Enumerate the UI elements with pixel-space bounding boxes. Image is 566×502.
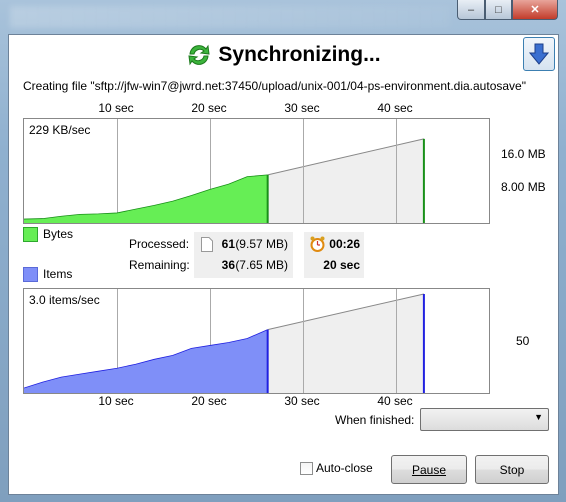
x-tick-label: 30 sec — [284, 101, 320, 115]
items-chart: 3.0 items/sec — [23, 288, 490, 394]
arrow-down-icon — [529, 43, 549, 65]
items-legend-swatch — [23, 267, 38, 282]
auto-close-label[interactable]: Auto-close — [316, 461, 373, 475]
remaining-count: 36 — [221, 258, 235, 272]
elapsed-time: 00:26 — [329, 237, 360, 251]
items-legend-label: Items — [43, 267, 73, 281]
minimize-to-background-button[interactable] — [523, 37, 555, 71]
when-finished-select[interactable]: ▼ — [420, 408, 549, 431]
bytes-chart: 229 KB/sec — [23, 118, 490, 224]
x-tick-label: 20 sec — [191, 101, 227, 115]
minimize-button[interactable]: – — [457, 0, 485, 20]
maximize-button[interactable]: □ — [485, 0, 512, 20]
bytes-legend-swatch — [23, 227, 38, 242]
sync-icon — [188, 44, 210, 66]
remaining-size: (7.65 MB) — [235, 258, 288, 272]
processed-label: Processed: — [129, 237, 190, 251]
items-stats: 61 (9.57 MB) 36 (7.65 MB) — [194, 232, 293, 278]
auto-close-checkbox[interactable] — [300, 462, 313, 475]
alarm-clock-icon — [310, 236, 325, 252]
x-tick-label: 10 sec — [98, 101, 134, 115]
projection-area — [267, 138, 424, 223]
remaining-label: Remaining: — [129, 258, 190, 272]
pause-button[interactable]: Pause — [391, 455, 467, 484]
items-rate: 3.0 items/sec — [29, 293, 100, 307]
processed-size: (9.57 MB) — [235, 237, 288, 251]
status-text: Creating file "sftp://jfw-win7@jwrd.net:… — [23, 79, 526, 93]
background-blur — [10, 6, 450, 28]
x-tick-label: 40 sec — [377, 101, 413, 115]
close-button[interactable]: ✕ — [512, 0, 558, 20]
pause-label: Pause — [411, 462, 447, 477]
stop-label: Stop — [499, 462, 525, 477]
when-finished-label: When finished: — [335, 413, 415, 427]
x-tick-label: 20 sec — [191, 394, 227, 408]
projection-area — [267, 293, 424, 393]
stop-button[interactable]: Stop — [475, 455, 549, 484]
chevron-down-icon: ▼ — [534, 412, 543, 422]
processed-count: 61 — [221, 237, 235, 251]
remaining-time: 20 sec — [323, 258, 360, 272]
time-stats: 00:26 20 sec — [304, 232, 364, 278]
dialog-header: Synchronizing... — [9, 42, 558, 68]
sync-dialog: Synchronizing... Creating file "sftp://j… — [8, 34, 559, 495]
bytes-legend-label: Bytes — [43, 227, 74, 241]
y-tick-label: 8.00 MB — [501, 180, 546, 194]
x-tick-label: 30 sec — [284, 394, 320, 408]
y-tick-label: 16.0 MB — [501, 147, 546, 161]
file-icon — [201, 237, 213, 252]
series-area — [24, 174, 268, 223]
y-tick-label: 50 — [516, 334, 530, 348]
page-title: Synchronizing... — [218, 43, 381, 66]
x-tick-label: 10 sec — [98, 394, 134, 408]
bytes-rate: 229 KB/sec — [29, 123, 91, 137]
x-tick-label: 40 sec — [377, 394, 413, 408]
